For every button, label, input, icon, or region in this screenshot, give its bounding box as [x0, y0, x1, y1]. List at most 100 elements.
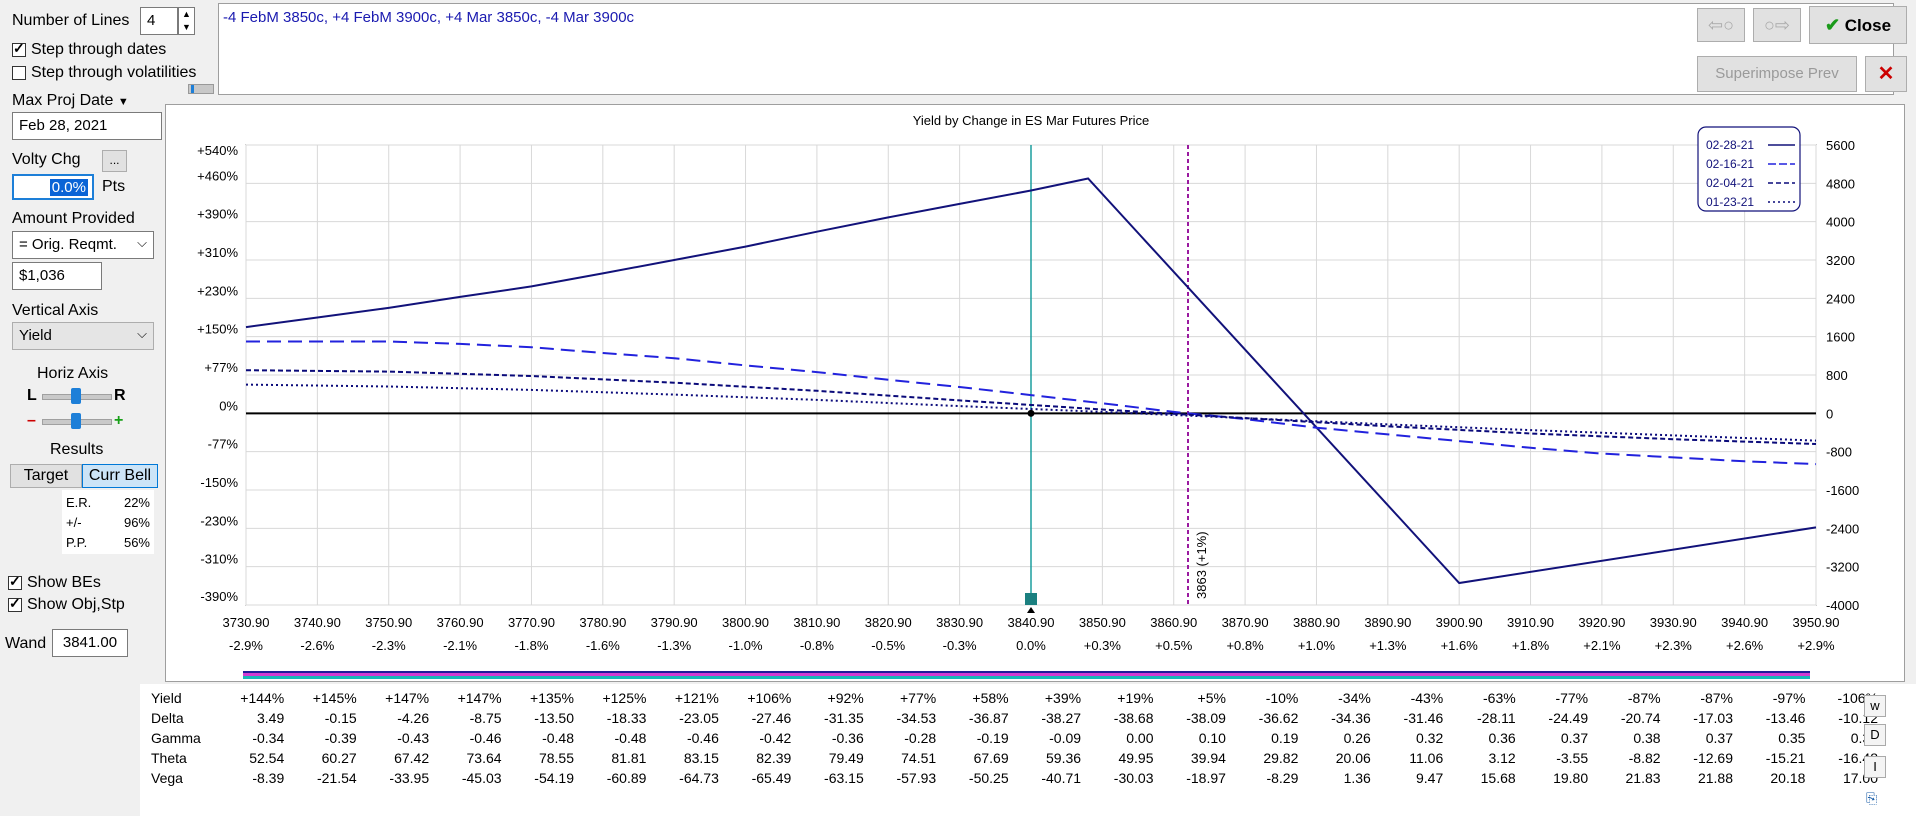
greeks-cell: +144% — [240, 690, 285, 706]
curr-bell-button[interactable]: Curr Bell — [82, 464, 158, 488]
volty-chg-value: 0.0% — [49, 179, 88, 196]
position-textarea[interactable]: -4 FebM 3850c, +4 FebM 3900c, +4 Mar 385… — [218, 3, 1894, 95]
side-button-d[interactable]: D — [1864, 724, 1886, 746]
wand-pointer-icon — [1027, 607, 1035, 613]
legend-label: 02-16-21 — [1706, 157, 1754, 171]
greeks-cell: +19% — [1117, 690, 1154, 706]
greeks-cell: -36.87 — [968, 710, 1009, 726]
export-icon[interactable]: ⎘ — [1866, 790, 1877, 807]
greeks-cell: -31.35 — [824, 710, 864, 726]
greeks-cell: 67.69 — [973, 750, 1009, 766]
greeks-cell: 19.80 — [1553, 770, 1589, 786]
greeks-cell: -18.33 — [606, 710, 647, 726]
max-proj-date-label[interactable]: Max Proj Date ▼ — [12, 92, 129, 110]
x-tick-label: 3920.90 — [1578, 615, 1625, 630]
greeks-cell: +58% — [972, 690, 1009, 706]
greeks-cell: -63% — [1483, 690, 1516, 706]
greeks-cell: 0.00 — [1126, 730, 1154, 746]
x-pct-tick-label: +1.3% — [1369, 638, 1407, 653]
volty-more-button[interactable]: ... — [102, 150, 127, 172]
volty-unit-label: Pts — [102, 178, 126, 195]
greeks-cell: 1.36 — [1343, 770, 1371, 786]
greeks-cell: -0.36 — [831, 730, 864, 746]
x-pct-tick-label: -2.6% — [300, 638, 334, 653]
superimpose-prev-button[interactable]: Superimpose Prev — [1697, 56, 1857, 92]
greeks-cell: 3.12 — [1488, 750, 1516, 766]
spin-down-icon[interactable]: ▼ — [179, 21, 194, 34]
horiz-position-thumb[interactable] — [71, 388, 81, 404]
greeks-cell: 78.55 — [538, 750, 574, 766]
x-tick-label: 3750.90 — [365, 615, 412, 630]
greeks-cell: -13.46 — [1765, 710, 1806, 726]
x-pct-tick-label: -1.8% — [514, 638, 548, 653]
greeks-cell: 49.95 — [1118, 750, 1154, 766]
greeks-cell: 39.94 — [1190, 750, 1226, 766]
show-bes-checkbox[interactable] — [8, 573, 22, 590]
greeks-row: Delta 3.49 -0.15 -4.26 -8.75 -13.50 -18.33 -23.… — [140, 708, 1890, 728]
greeks-row: Gamma -0.34 -0.39 -0.43 -0.46 -0.48 -0.48 -0.46… — [140, 728, 1890, 748]
back-button[interactable]: ⇦○ — [1697, 8, 1745, 42]
chevron-down-icon: ⌵ — [137, 235, 147, 250]
x-tick-label: 3930.90 — [1650, 615, 1697, 630]
greeks-cell: 0.37 — [1705, 730, 1733, 746]
num-lines-input[interactable]: 4 — [140, 7, 178, 35]
x-pct-tick-label: +0.8% — [1226, 638, 1264, 653]
wand-input[interactable]: 3841.00 — [52, 629, 128, 657]
side-button-i[interactable]: I — [1864, 756, 1886, 778]
vol-step-slider[interactable] — [188, 84, 214, 94]
y-left-tick-label: -310% — [200, 552, 238, 567]
max-proj-date-input[interactable]: Feb 28, 2021 — [12, 112, 162, 140]
chart-panel[interactable]: Yield by Change in ES Mar Futures Price 3… — [165, 104, 1905, 682]
step-vols-checkbox[interactable] — [12, 66, 26, 80]
target-marker-label: 3863 (+1%) — [1194, 531, 1209, 599]
greeks-cell: 15.68 — [1480, 770, 1516, 786]
amount-provided-select[interactable]: = Orig. Reqmt. ⌵ — [12, 231, 154, 259]
greeks-cell: -12.69 — [1693, 750, 1733, 766]
greeks-cell: +135% — [530, 690, 574, 706]
greeks-cell: -45.03 — [461, 770, 502, 786]
volty-chg-input[interactable]: 0.0% — [12, 174, 94, 200]
greeks-cell: -36.62 — [1258, 710, 1299, 726]
x-tick-label: 3870.90 — [1222, 615, 1269, 630]
y-right-tick-label: 800 — [1826, 368, 1848, 383]
x-tick-label: 3790.90 — [651, 615, 698, 630]
x-pct-tick-label: +2.1% — [1583, 638, 1621, 653]
greeks-cell: 0.32 — [1416, 730, 1444, 746]
greeks-row-label: Vega — [151, 770, 183, 786]
show-obj-checkbox[interactable] — [8, 595, 22, 612]
y-right-tick-label: 2400 — [1826, 291, 1855, 306]
side-button-w[interactable]: w — [1864, 695, 1886, 717]
results-box: E.R. 22% +/- 96% P.P. 56% — [62, 490, 154, 554]
greeks-cell: -8.29 — [1266, 770, 1299, 786]
greeks-cell: +106% — [747, 690, 792, 706]
greeks-cell: -23.05 — [679, 710, 719, 726]
amount-value-field[interactable]: $1,036 — [12, 262, 102, 290]
x-tick-label: 3800.90 — [722, 615, 769, 630]
step-dates-checkbox[interactable] — [12, 40, 26, 57]
show-obj-label: Show Obj,Stp — [27, 596, 125, 613]
back-arrow-icon: ⇦○ — [1708, 15, 1734, 35]
y-right-tick-label: 4000 — [1826, 215, 1855, 230]
greeks-cell: -0.34 — [252, 730, 285, 746]
spin-up-icon[interactable]: ▲ — [179, 8, 194, 21]
y-right-tick-label: -3200 — [1826, 560, 1859, 575]
x-tick-label: 3880.90 — [1293, 615, 1340, 630]
vertical-axis-select[interactable]: Yield ⌵ — [12, 322, 154, 350]
greeks-cell: +147% — [457, 690, 502, 706]
yield-chart[interactable]: Yield by Change in ES Mar Futures Price 3… — [166, 105, 1906, 683]
greeks-cell: -0.48 — [614, 730, 647, 746]
y-left-tick-label: +390% — [197, 207, 238, 222]
forward-button[interactable]: ○⇨ — [1753, 8, 1801, 42]
vol-step-thumb[interactable] — [191, 85, 194, 93]
target-button[interactable]: Target — [10, 464, 82, 488]
y-left-tick-label: +77% — [204, 360, 238, 375]
greeks-cell: -34.53 — [896, 710, 937, 726]
num-lines-spinner[interactable]: ▲ ▼ — [178, 7, 195, 35]
horiz-zoom-thumb[interactable] — [71, 413, 81, 429]
x-tick-label: 3840.90 — [1008, 615, 1055, 630]
greeks-cell: -20.74 — [1620, 710, 1661, 726]
close-button[interactable]: ✔ Close — [1809, 6, 1907, 44]
cancel-x-button[interactable]: ✕ — [1865, 56, 1907, 92]
caret-down-icon: ▼ — [117, 96, 129, 108]
x-tick-label: 3940.90 — [1721, 615, 1768, 630]
